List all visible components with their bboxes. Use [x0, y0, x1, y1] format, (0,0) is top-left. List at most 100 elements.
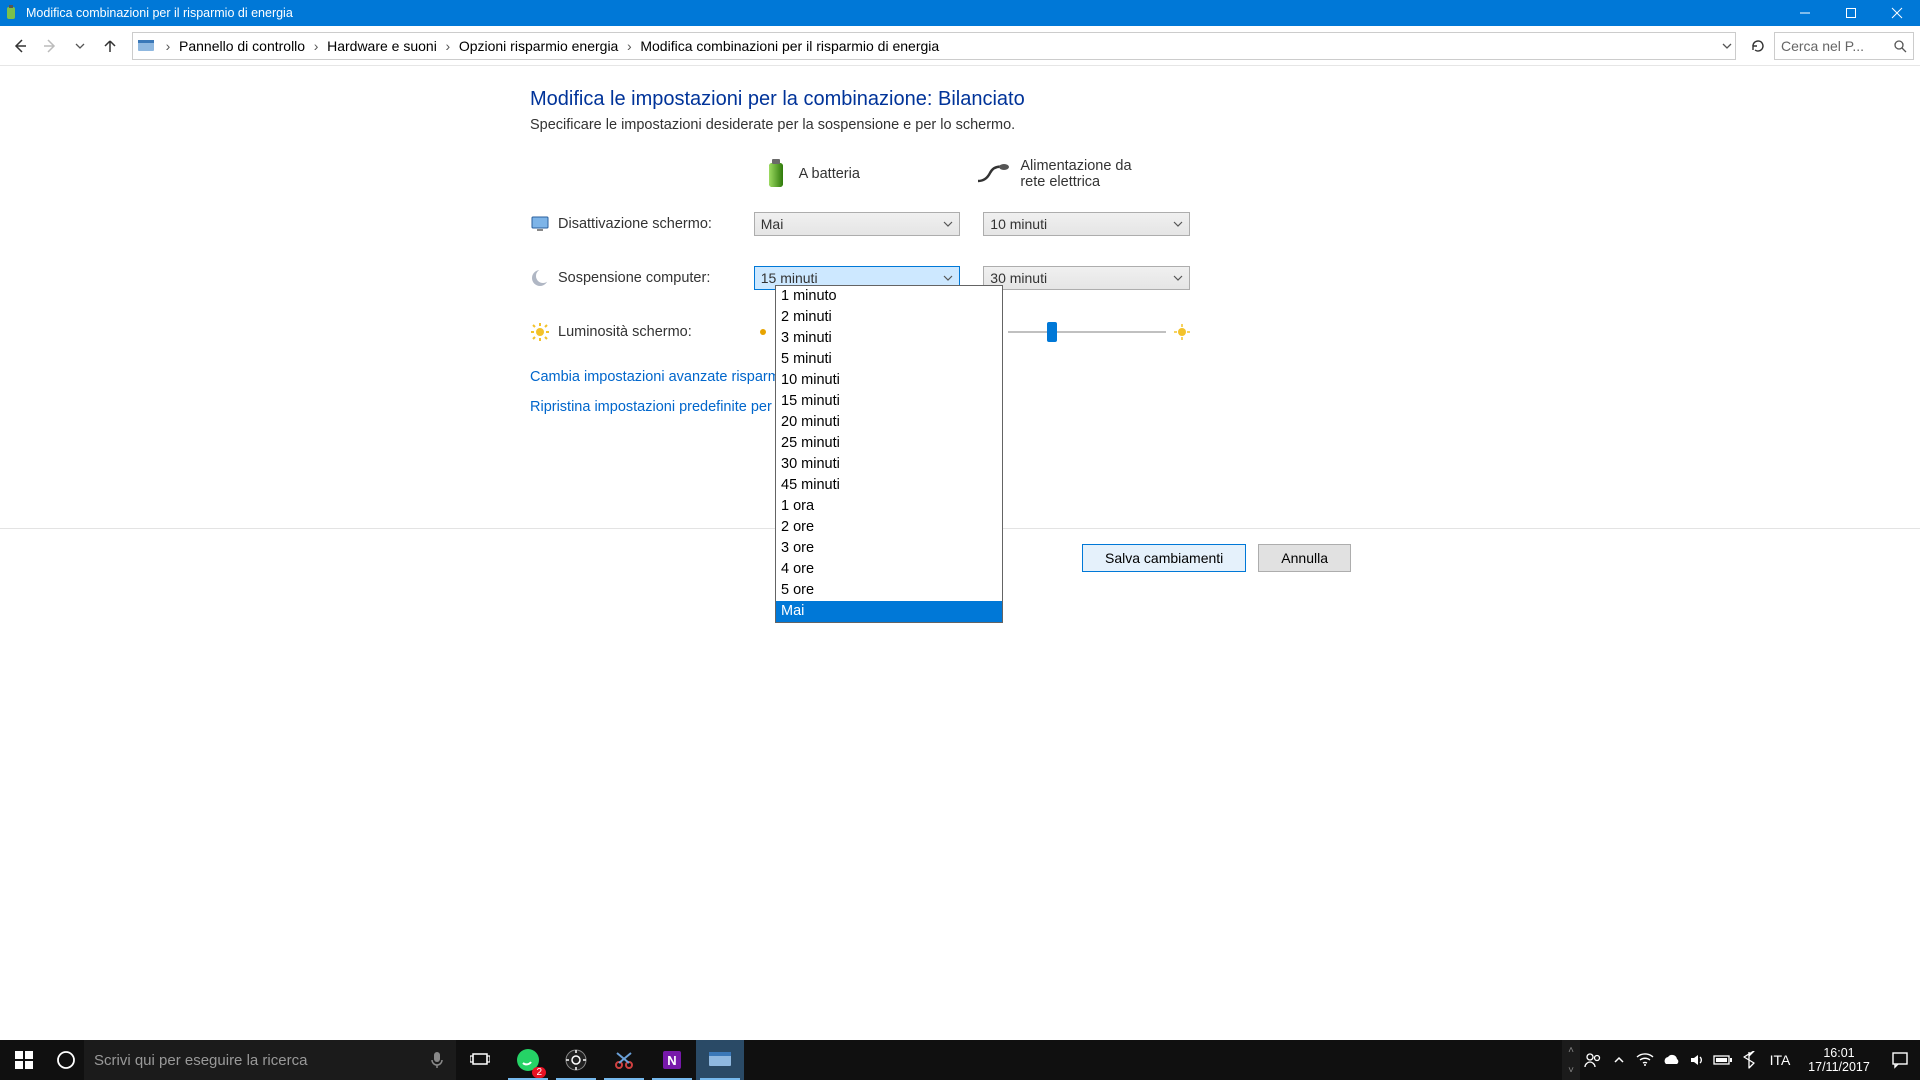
col-header-battery: A batteria: [799, 166, 860, 182]
dropdown-option[interactable]: 2 ore: [776, 517, 1002, 538]
moon-icon: [530, 268, 550, 288]
forward-button[interactable]: [36, 32, 64, 60]
clock-time: 16:01: [1823, 1046, 1854, 1060]
select-value: 15 minuti: [761, 270, 818, 286]
language-indicator[interactable]: ITA: [1762, 1040, 1798, 1080]
sun-small-icon: [755, 324, 771, 340]
chevron-down-icon[interactable]: [1717, 41, 1735, 51]
cancel-button[interactable]: Annulla: [1258, 544, 1351, 572]
breadcrumb-seg-3[interactable]: Modifica combinazioni per il risparmio d…: [636, 33, 943, 59]
dropdown-option[interactable]: 3 minuti: [776, 328, 1002, 349]
chevron-right-icon[interactable]: ›: [161, 38, 175, 54]
cortana-button[interactable]: [48, 1040, 84, 1080]
bluetooth-icon[interactable]: [1736, 1040, 1762, 1080]
battery-icon: [763, 157, 789, 191]
col-header-plugged: Alimentazione da rete elettrica: [1020, 158, 1150, 190]
dropdown-option[interactable]: 25 minuti: [776, 433, 1002, 454]
close-button[interactable]: [1874, 0, 1920, 26]
refresh-button[interactable]: [1744, 32, 1772, 60]
taskbar-app-whatsapp[interactable]: 2: [504, 1040, 552, 1080]
svg-text:N: N: [667, 1053, 676, 1068]
plug-icon: [976, 163, 1010, 185]
chevron-down-icon: [943, 219, 953, 229]
heading-prefix: Modifica le impostazioni per la combinaz…: [530, 88, 938, 110]
back-button[interactable]: [6, 32, 34, 60]
system-tray: ITA 16:0117/11/2017: [1580, 1040, 1920, 1080]
page-title: Modifica le impostazioni per la combinaz…: [530, 88, 1190, 111]
select-screen-off-battery[interactable]: Mai: [754, 212, 961, 236]
dropdown-option[interactable]: 10 minuti: [776, 370, 1002, 391]
taskbar-app-control-panel[interactable]: [696, 1040, 744, 1080]
start-button[interactable]: [0, 1040, 48, 1080]
breadcrumb[interactable]: › Pannello di controllo › Hardware e suo…: [132, 32, 1736, 60]
chevron-right-icon[interactable]: ›: [441, 38, 455, 54]
wifi-icon[interactable]: [1632, 1040, 1658, 1080]
breadcrumb-seg-0[interactable]: Pannello di controllo: [175, 33, 309, 59]
nav-row: › Pannello di controllo › Hardware e suo…: [0, 26, 1920, 66]
battery-tray-icon[interactable]: [1710, 1040, 1736, 1080]
chevron-right-icon[interactable]: ›: [309, 38, 323, 54]
sun-icon: [530, 322, 550, 342]
dropdown-option[interactable]: 20 minuti: [776, 412, 1002, 433]
save-button[interactable]: Salva cambiamenti: [1082, 544, 1246, 572]
select-screen-off-plugged[interactable]: 10 minuti: [983, 212, 1190, 236]
task-view-button[interactable]: [456, 1040, 504, 1080]
recent-locations-button[interactable]: [66, 32, 94, 60]
row-label-sleep: Sospensione computer:: [558, 270, 710, 286]
dropdown-option[interactable]: 5 ore: [776, 580, 1002, 601]
power-plan-icon: [4, 5, 20, 21]
onedrive-icon[interactable]: [1658, 1040, 1684, 1080]
search-placeholder: Cerca nel P...: [1781, 38, 1864, 54]
dropdown-option[interactable]: 2 minuti: [776, 307, 1002, 328]
taskbar-overflow[interactable]: ˄˅: [1562, 1040, 1580, 1080]
dropdown-option[interactable]: 1 ora: [776, 496, 1002, 517]
chevron-down-icon: [943, 273, 953, 283]
dropdown-option[interactable]: 3 ore: [776, 538, 1002, 559]
clock[interactable]: 16:0117/11/2017: [1798, 1040, 1880, 1080]
dropdown-option[interactable]: 1 minuto: [776, 286, 1002, 307]
heading-plan: Bilanciato: [938, 88, 1025, 110]
search-icon: [1893, 39, 1907, 53]
dropdown-option[interactable]: 5 minuti: [776, 349, 1002, 370]
up-button[interactable]: [96, 32, 124, 60]
titlebar: Modifica combinazioni per il risparmio d…: [0, 0, 1920, 26]
tray-chevron-icon[interactable]: [1606, 1040, 1632, 1080]
dropdown-option[interactable]: 45 minuti: [776, 475, 1002, 496]
taskbar-app-settings[interactable]: [552, 1040, 600, 1080]
clock-date: 17/11/2017: [1808, 1060, 1870, 1074]
minimize-button[interactable]: [1782, 0, 1828, 26]
breadcrumb-seg-2[interactable]: Opzioni risparmio energia: [455, 33, 623, 59]
row-label-screen-off: Disattivazione schermo:: [558, 216, 712, 232]
dropdown-option[interactable]: 30 minuti: [776, 454, 1002, 475]
monitor-icon: [530, 214, 550, 234]
select-sleep-plugged[interactable]: 30 minuti: [983, 266, 1190, 290]
taskbar: Scrivi qui per eseguire la ricerca 2 N ˄…: [0, 1040, 1920, 1080]
people-icon[interactable]: [1580, 1040, 1606, 1080]
window-title: Modifica combinazioni per il risparmio d…: [26, 6, 293, 20]
volume-icon[interactable]: [1684, 1040, 1710, 1080]
taskbar-app-onenote[interactable]: N: [648, 1040, 696, 1080]
breadcrumb-seg-1[interactable]: Hardware e suoni: [323, 33, 441, 59]
dropdown-option[interactable]: 4 ore: [776, 559, 1002, 580]
maximize-button[interactable]: [1828, 0, 1874, 26]
dropdown-sleep-battery[interactable]: 1 minuto2 minuti3 minuti5 minuti10 minut…: [775, 285, 1003, 623]
select-value: Mai: [761, 216, 784, 232]
row-label-brightness: Luminosità schermo:: [558, 324, 692, 340]
select-value: 30 minuti: [990, 270, 1047, 286]
dropdown-option[interactable]: Mai: [776, 601, 1002, 622]
page-subtitle: Specificare le impostazioni desiderate p…: [530, 117, 1190, 133]
dropdown-option[interactable]: 15 minuti: [776, 391, 1002, 412]
select-value: 10 minuti: [990, 216, 1047, 232]
chevron-right-icon[interactable]: ›: [622, 38, 636, 54]
slider-brightness-plugged[interactable]: [984, 324, 1190, 340]
chevron-down-icon: [1173, 273, 1183, 283]
search-input[interactable]: Cerca nel P...: [1774, 32, 1914, 60]
control-panel-icon: [137, 37, 155, 55]
action-center-icon[interactable]: [1880, 1040, 1920, 1080]
chevron-down-icon: [1173, 219, 1183, 229]
taskbar-search-input[interactable]: Scrivi qui per eseguire la ricerca: [84, 1040, 456, 1080]
taskbar-app-snipping[interactable]: [600, 1040, 648, 1080]
mic-icon[interactable]: [430, 1051, 444, 1069]
sun-large-icon: [1174, 324, 1190, 340]
taskbar-search-placeholder: Scrivi qui per eseguire la ricerca: [94, 1052, 307, 1069]
